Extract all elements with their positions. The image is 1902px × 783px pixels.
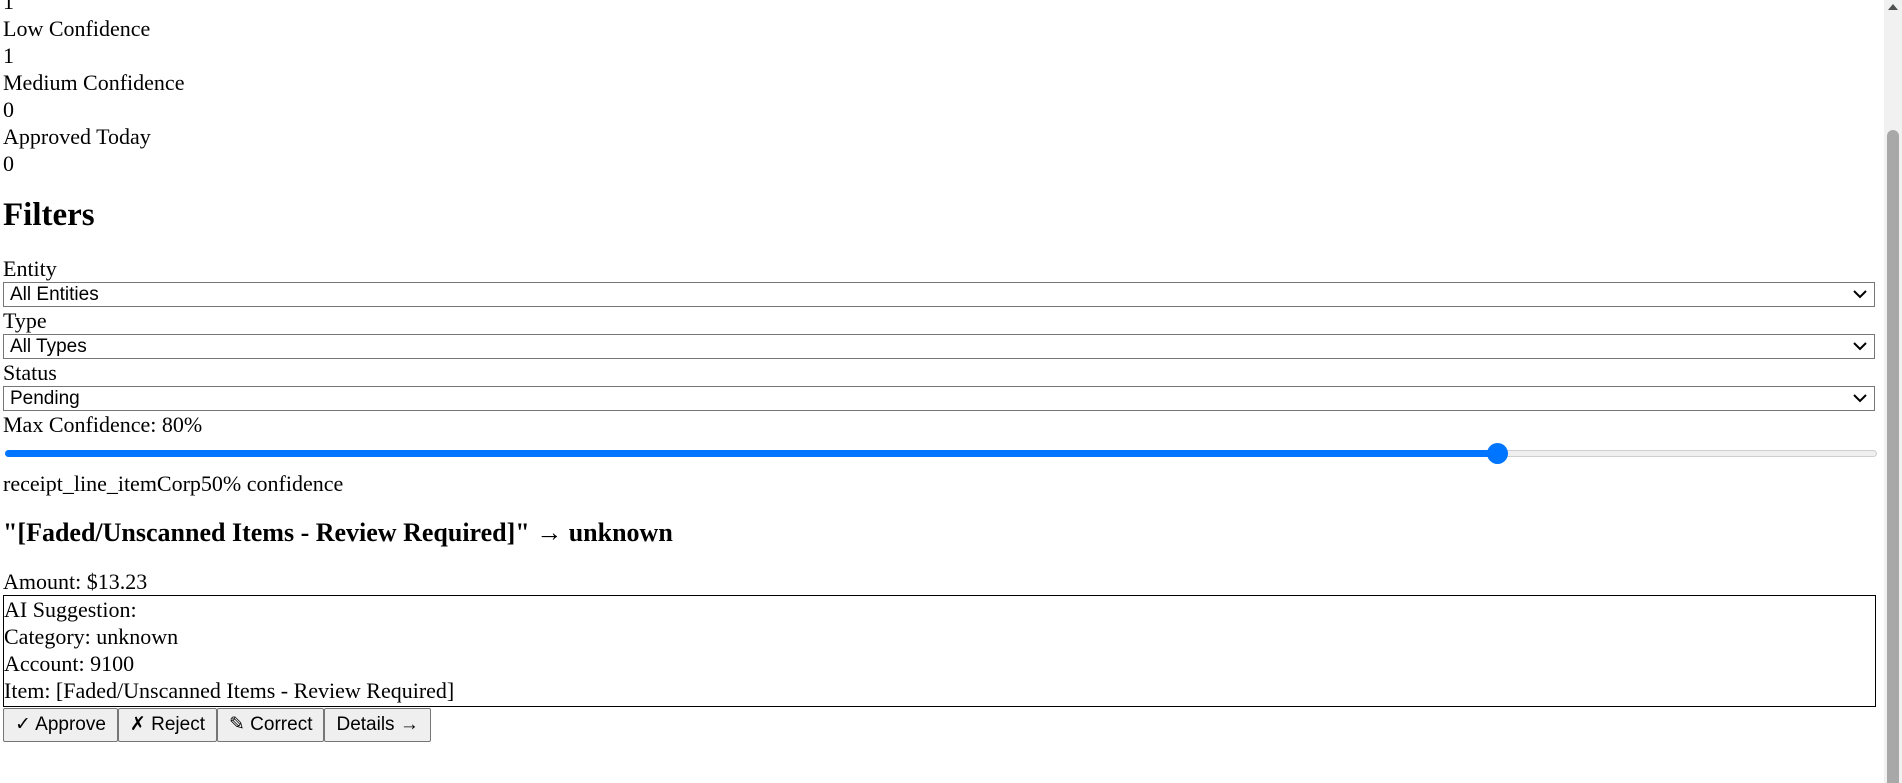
item-meta: receipt_line_itemCorp50% confidence bbox=[3, 471, 344, 496]
type-label: Type bbox=[3, 308, 47, 333]
stat-label-low-confidence: Low Confidence bbox=[3, 16, 151, 41]
ai-suggestion-category: Category: unknown bbox=[4, 624, 179, 649]
type-selected-value: All Types bbox=[10, 336, 87, 357]
status-label: Status bbox=[3, 360, 57, 385]
stat-value-medium-confidence: 0 bbox=[3, 97, 14, 122]
slider-fill bbox=[5, 450, 1497, 457]
ai-suggestion-box: AI Suggestion: Category: unknown Account… bbox=[3, 595, 1876, 707]
stat-value-approved-today: 0 bbox=[3, 151, 14, 176]
stat-label-medium-confidence: Medium Confidence bbox=[3, 70, 185, 95]
reject-button[interactable]: ✗ Reject bbox=[117, 708, 217, 742]
page: 1 Low Confidence 1 Medium Confidence 0 A… bbox=[0, 0, 1884, 783]
stat-value-low-confidence: 1 bbox=[3, 43, 14, 68]
entity-label: Entity bbox=[3, 256, 57, 281]
entity-select[interactable]: All Entities bbox=[3, 282, 1875, 307]
item-amount: Amount: $13.23 bbox=[3, 569, 148, 594]
stat-value-total: 1 bbox=[3, 0, 14, 14]
ai-suggestion-account: Account: 9100 bbox=[4, 651, 135, 676]
type-select[interactable]: All Types bbox=[3, 334, 1875, 359]
entity-selected-value: All Entities bbox=[10, 284, 99, 305]
scrollbar-thumb[interactable] bbox=[1887, 130, 1899, 783]
details-button[interactable]: Details → bbox=[324, 708, 431, 742]
max-confidence-slider[interactable] bbox=[3, 438, 1879, 468]
status-selected-value: Pending bbox=[10, 388, 80, 409]
stat-label-approved-today: Approved Today bbox=[3, 124, 151, 149]
chevron-down-icon bbox=[1853, 394, 1867, 403]
item-title: "[Faded/Unscanned Items - Review Require… bbox=[3, 518, 673, 547]
scroll-up-arrow-icon[interactable] bbox=[1888, 4, 1898, 10]
ai-suggestion-item: Item: [Faded/Unscanned Items - Review Re… bbox=[4, 678, 455, 703]
chevron-down-icon bbox=[1853, 290, 1867, 299]
main-content: 1 Low Confidence 1 Medium Confidence 0 A… bbox=[3, 0, 1878, 742]
page-scrollbar[interactable] bbox=[1884, 0, 1902, 783]
approve-button[interactable]: ✓ Approve bbox=[3, 708, 118, 742]
filters-heading: Filters bbox=[3, 197, 95, 233]
slider-thumb[interactable] bbox=[1486, 443, 1508, 464]
correct-button[interactable]: ✎ Correct bbox=[216, 708, 325, 742]
status-select[interactable]: Pending bbox=[3, 386, 1875, 411]
max-confidence-label: Max Confidence: 80% bbox=[3, 412, 203, 437]
chevron-down-icon bbox=[1853, 342, 1867, 351]
ai-suggestion-heading: AI Suggestion: bbox=[4, 597, 137, 622]
action-buttons: ✓ Approve ✗ Reject ✎ Correct Details → bbox=[3, 708, 1878, 742]
